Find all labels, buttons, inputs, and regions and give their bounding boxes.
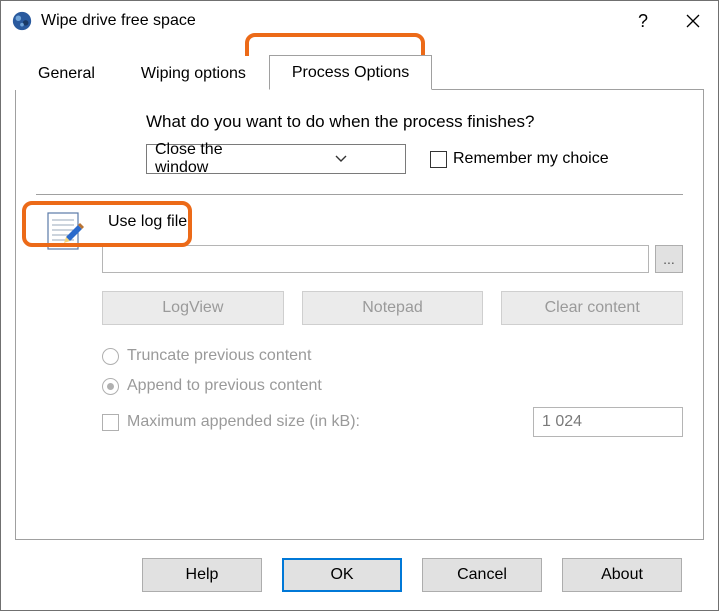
tab-label: Wiping options <box>141 65 246 82</box>
about-button[interactable]: About <box>562 558 682 592</box>
button-label: Notepad <box>362 299 423 317</box>
log-file-icon <box>42 209 86 253</box>
radio-label: Truncate previous content <box>127 347 311 365</box>
spinner-input[interactable] <box>534 408 719 436</box>
max-size-row: Maximum appended size (in kB): <box>102 407 683 437</box>
finish-prompt: What do you want to do when the process … <box>146 112 683 132</box>
divider <box>36 194 683 195</box>
log-path-input[interactable] <box>102 245 649 273</box>
append-radio[interactable]: Append to previous content <box>102 377 683 395</box>
tab-general[interactable]: General <box>15 56 118 90</box>
tab-label: General <box>38 65 95 82</box>
truncate-radio[interactable]: Truncate previous content <box>102 347 683 365</box>
checkbox-label: Use log file <box>108 213 187 231</box>
max-size-checkbox[interactable]: Maximum appended size (in kB): <box>102 413 360 431</box>
radio-indicator <box>102 348 119 365</box>
button-label: LogView <box>162 299 223 317</box>
client-area: General Wiping options Process Options W… <box>1 41 718 610</box>
svg-text:?: ? <box>638 11 648 31</box>
log-section: Use log file ... LogView Notepad Clear c… <box>36 213 683 437</box>
tab-wiping-options[interactable]: Wiping options <box>118 56 269 90</box>
dialog-footer: Help OK Cancel About <box>15 540 704 610</box>
window-title: Wipe drive free space <box>41 12 618 30</box>
finish-row: Close the window Remember my choice <box>146 144 683 174</box>
radio-indicator <box>102 378 119 395</box>
combo-value: Close the window <box>147 141 276 177</box>
clear-content-button[interactable]: Clear content <box>501 291 683 325</box>
notepad-button[interactable]: Notepad <box>302 291 484 325</box>
titlebar: Wipe drive free space ? <box>1 1 718 41</box>
ok-button[interactable]: OK <box>282 558 402 592</box>
button-label: Clear content <box>545 299 640 317</box>
checkbox-box <box>430 151 447 168</box>
log-buttons-row: LogView Notepad Clear content <box>102 291 683 325</box>
max-size-spinner[interactable] <box>533 407 683 437</box>
button-label: Help <box>186 566 219 584</box>
button-label: About <box>601 566 643 584</box>
checkbox-box <box>102 414 119 431</box>
help-dialog-button[interactable]: Help <box>142 558 262 592</box>
browse-button[interactable]: ... <box>655 245 683 273</box>
app-icon <box>11 10 33 32</box>
log-body: Use log file ... LogView Notepad Clear c… <box>102 213 683 437</box>
tab-panel: What do you want to do when the process … <box>15 89 704 540</box>
tab-label: Process Options <box>292 64 409 81</box>
dialog-window: Wipe drive free space ? General Wiping o… <box>0 0 719 611</box>
help-button[interactable]: ? <box>618 1 668 41</box>
log-path-row: ... <box>102 245 683 273</box>
finish-action-combo[interactable]: Close the window <box>146 144 406 174</box>
checkbox-label: Maximum appended size (in kB): <box>127 413 360 431</box>
checkbox-label: Remember my choice <box>453 150 609 168</box>
use-log-checkbox[interactable]: Use log file <box>102 213 683 231</box>
browse-label: ... <box>663 251 675 267</box>
tab-process-options[interactable]: Process Options <box>269 55 432 90</box>
tabs: General Wiping options Process Options <box>15 55 704 90</box>
radio-label: Append to previous content <box>127 377 322 395</box>
logview-button[interactable]: LogView <box>102 291 284 325</box>
remember-choice-checkbox[interactable]: Remember my choice <box>430 150 609 168</box>
button-label: Cancel <box>457 566 507 584</box>
cancel-button[interactable]: Cancel <box>422 558 542 592</box>
button-label: OK <box>330 566 353 584</box>
close-button[interactable] <box>668 1 718 41</box>
chevron-down-icon <box>276 155 405 163</box>
